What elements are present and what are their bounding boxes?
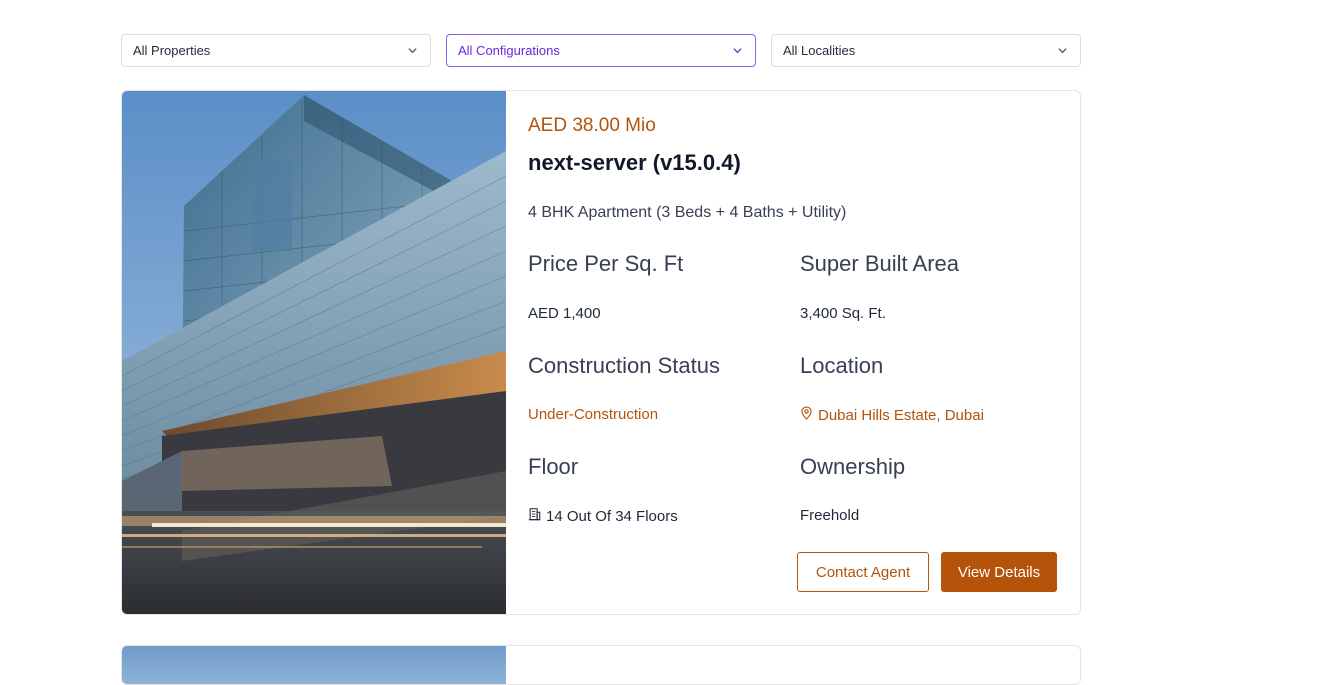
price-per-sqft-text: AED 1,400 [528, 305, 601, 322]
floor-text: 14 Out Of 34 Floors [546, 507, 678, 525]
configurations-select-value: All Configurations [458, 43, 560, 58]
localities-select-value: All Localities [783, 43, 856, 58]
location-value: Dubai Hills Estate, Dubai [800, 406, 984, 424]
construction-status-text: Under-Construction [528, 406, 659, 423]
location-label: Location [800, 353, 884, 378]
floor-value: 14 Out Of 34 Floors [528, 507, 678, 525]
super-built-area-text: 3,400 Sq. Ft. [800, 305, 886, 322]
construction-status-label: Construction Status [528, 353, 720, 378]
property-title[interactable]: next-server (v15.0.4) [528, 150, 741, 176]
building-icon [528, 507, 541, 525]
view-details-button[interactable]: View Details [941, 552, 1057, 592]
property-price: AED 38.00 Mio [528, 115, 656, 136]
property-card: AED 38.00 Mio next-server (v15.0.4) 4 BH… [121, 90, 1081, 615]
property-photo[interactable] [122, 91, 506, 614]
super-built-area-value: 3,400 Sq. Ft. [800, 305, 886, 322]
super-built-area-label: Super Built Area [800, 251, 959, 276]
property-info: AED 38.00 Mio next-server (v15.0.4) 4 BH… [528, 91, 1068, 614]
price-per-sqft-label: Price Per Sq. Ft [528, 251, 684, 276]
construction-status-value: Under-Construction [528, 406, 658, 423]
location-text: Dubai Hills Estate, Dubai [818, 406, 984, 424]
localities-select[interactable]: All Localities [771, 34, 1081, 67]
configurations-select[interactable]: All Configurations [446, 34, 756, 67]
ownership-value: Freehold [800, 507, 859, 524]
ownership-text: Freehold [800, 507, 860, 524]
floor-label: Floor [528, 454, 579, 479]
property-configuration: 4 BHK Apartment (3 Beds + 4 Baths + Util… [528, 204, 847, 221]
chevron-down-icon [1056, 45, 1068, 57]
property-card-next [121, 645, 1081, 685]
properties-select-value: All Properties [133, 43, 211, 58]
map-pin-icon [800, 406, 813, 424]
chevron-down-icon [731, 45, 743, 57]
property-photo-next[interactable] [122, 646, 506, 684]
properties-select[interactable]: All Properties [121, 34, 431, 67]
contact-agent-button[interactable]: Contact Agent [797, 552, 929, 592]
chevron-down-icon [406, 45, 418, 57]
filter-bar: All Properties All Configurations All Lo… [121, 34, 1081, 67]
ownership-label: Ownership [800, 454, 906, 479]
price-per-sqft-value: AED 1,400 [528, 305, 601, 322]
